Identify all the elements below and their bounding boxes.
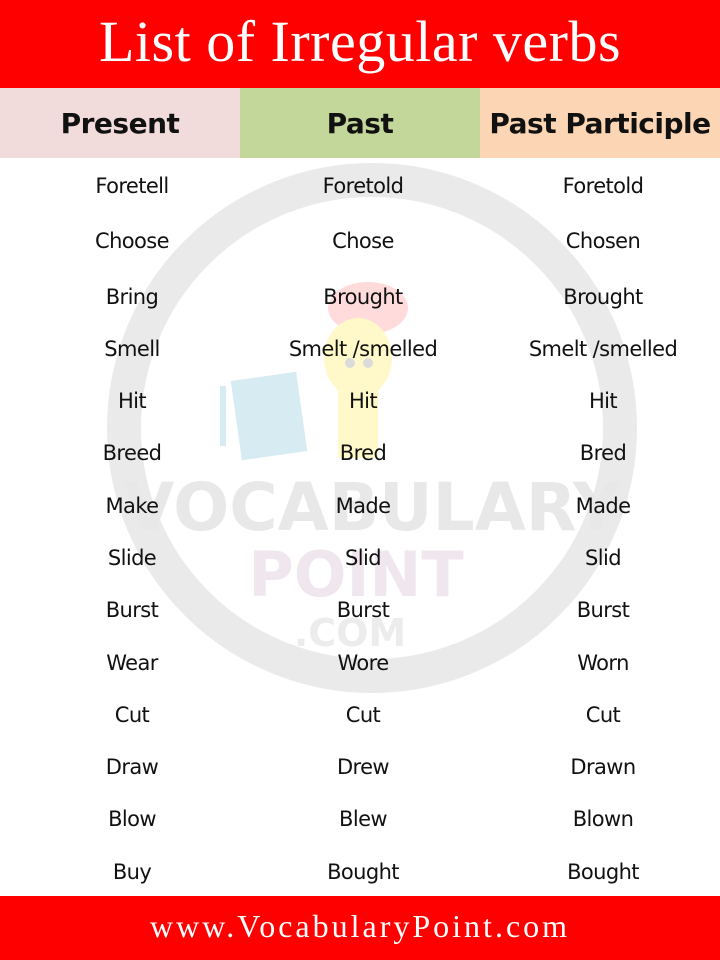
table-row: Buy Bought Bought xyxy=(0,846,720,898)
table-row: Burst Burst Burst xyxy=(0,584,720,636)
table-row: Smell Smelt /smelled Smelt /smelled xyxy=(0,323,720,375)
table-row: Hit Hit Hit xyxy=(0,375,720,427)
past-cell: Bred xyxy=(339,441,387,465)
past-participle-cell: Cut xyxy=(585,703,621,727)
past-cell: Made xyxy=(335,494,391,518)
present-cell: Foretell xyxy=(95,174,169,198)
table-row: Breed Bred Bred xyxy=(0,427,720,479)
past-cell: Brought xyxy=(323,285,403,309)
present-cell: Wear xyxy=(106,651,158,675)
past-participle-cell: Bought xyxy=(567,860,639,884)
table-row: Cut Cut Cut xyxy=(0,689,720,741)
table-row: Blow Blew Blown xyxy=(0,793,720,845)
past-cell: Wore xyxy=(337,651,389,675)
table-header-row: Present Past Past Participle xyxy=(0,88,720,158)
table-row: Draw Drew Drawn xyxy=(0,741,720,793)
header-present: Present xyxy=(0,88,240,158)
past-participle-cell: Hit xyxy=(588,389,618,413)
table-row: Choose Chose Chosen xyxy=(0,215,720,267)
present-cell: Breed xyxy=(102,441,162,465)
table-row: Bring Brought Brought xyxy=(0,271,720,323)
present-cell: Buy xyxy=(112,860,152,884)
header-past-participle: Past Participle xyxy=(480,88,720,158)
past-cell: Smelt /smelled xyxy=(288,337,438,361)
past-cell: Cut xyxy=(345,703,381,727)
page-title: List of Irregular verbs xyxy=(98,9,622,74)
past-participle-cell: Burst xyxy=(576,598,630,622)
present-cell: Draw xyxy=(105,755,159,779)
past-participle-cell: Worn xyxy=(577,651,629,675)
footer-url: www.VocabularyPoint.com xyxy=(149,907,571,944)
past-participle-cell: Smelt /smelled xyxy=(528,337,678,361)
present-cell: Smell xyxy=(104,337,160,361)
past-cell: Slid xyxy=(345,546,382,570)
header-past: Past xyxy=(240,88,480,158)
past-cell: Foretold xyxy=(322,174,404,198)
footer-banner: www.VocabularyPoint.com xyxy=(0,896,720,960)
past-cell: Blew xyxy=(339,807,388,831)
past-participle-cell: Chosen xyxy=(565,229,641,253)
past-cell: Drew xyxy=(336,755,390,779)
table-row: Wear Wore Worn xyxy=(0,637,720,689)
past-participle-cell: Drawn xyxy=(570,755,636,779)
past-cell: Burst xyxy=(336,598,390,622)
verb-table-body: Foretell Foretold Foretold Choose Chose Chose… xyxy=(0,158,720,898)
present-cell: Hit xyxy=(117,389,147,413)
table-row: Slide Slid Slid xyxy=(0,532,720,584)
title-banner: List of Irregular verbs xyxy=(0,0,720,88)
past-cell: Bought xyxy=(327,860,399,884)
present-cell: Bring xyxy=(105,285,159,309)
past-participle-cell: Brought xyxy=(563,285,643,309)
present-cell: Make xyxy=(105,494,160,518)
past-participle-cell: Blown xyxy=(572,807,634,831)
past-participle-cell: Made xyxy=(575,494,631,518)
past-participle-cell: Foretold xyxy=(562,174,644,198)
table-row: Foretell Foretold Foretold xyxy=(0,160,720,212)
past-cell: Hit xyxy=(348,389,378,413)
present-cell: Blow xyxy=(108,807,156,831)
past-cell: Chose xyxy=(332,229,394,253)
past-participle-cell: Bred xyxy=(579,441,627,465)
table-row: Make Made Made xyxy=(0,480,720,532)
present-cell: Cut xyxy=(114,703,150,727)
past-participle-cell: Slid xyxy=(585,546,622,570)
present-cell: Burst xyxy=(105,598,159,622)
present-cell: Choose xyxy=(95,229,170,253)
present-cell: Slide xyxy=(107,546,157,570)
